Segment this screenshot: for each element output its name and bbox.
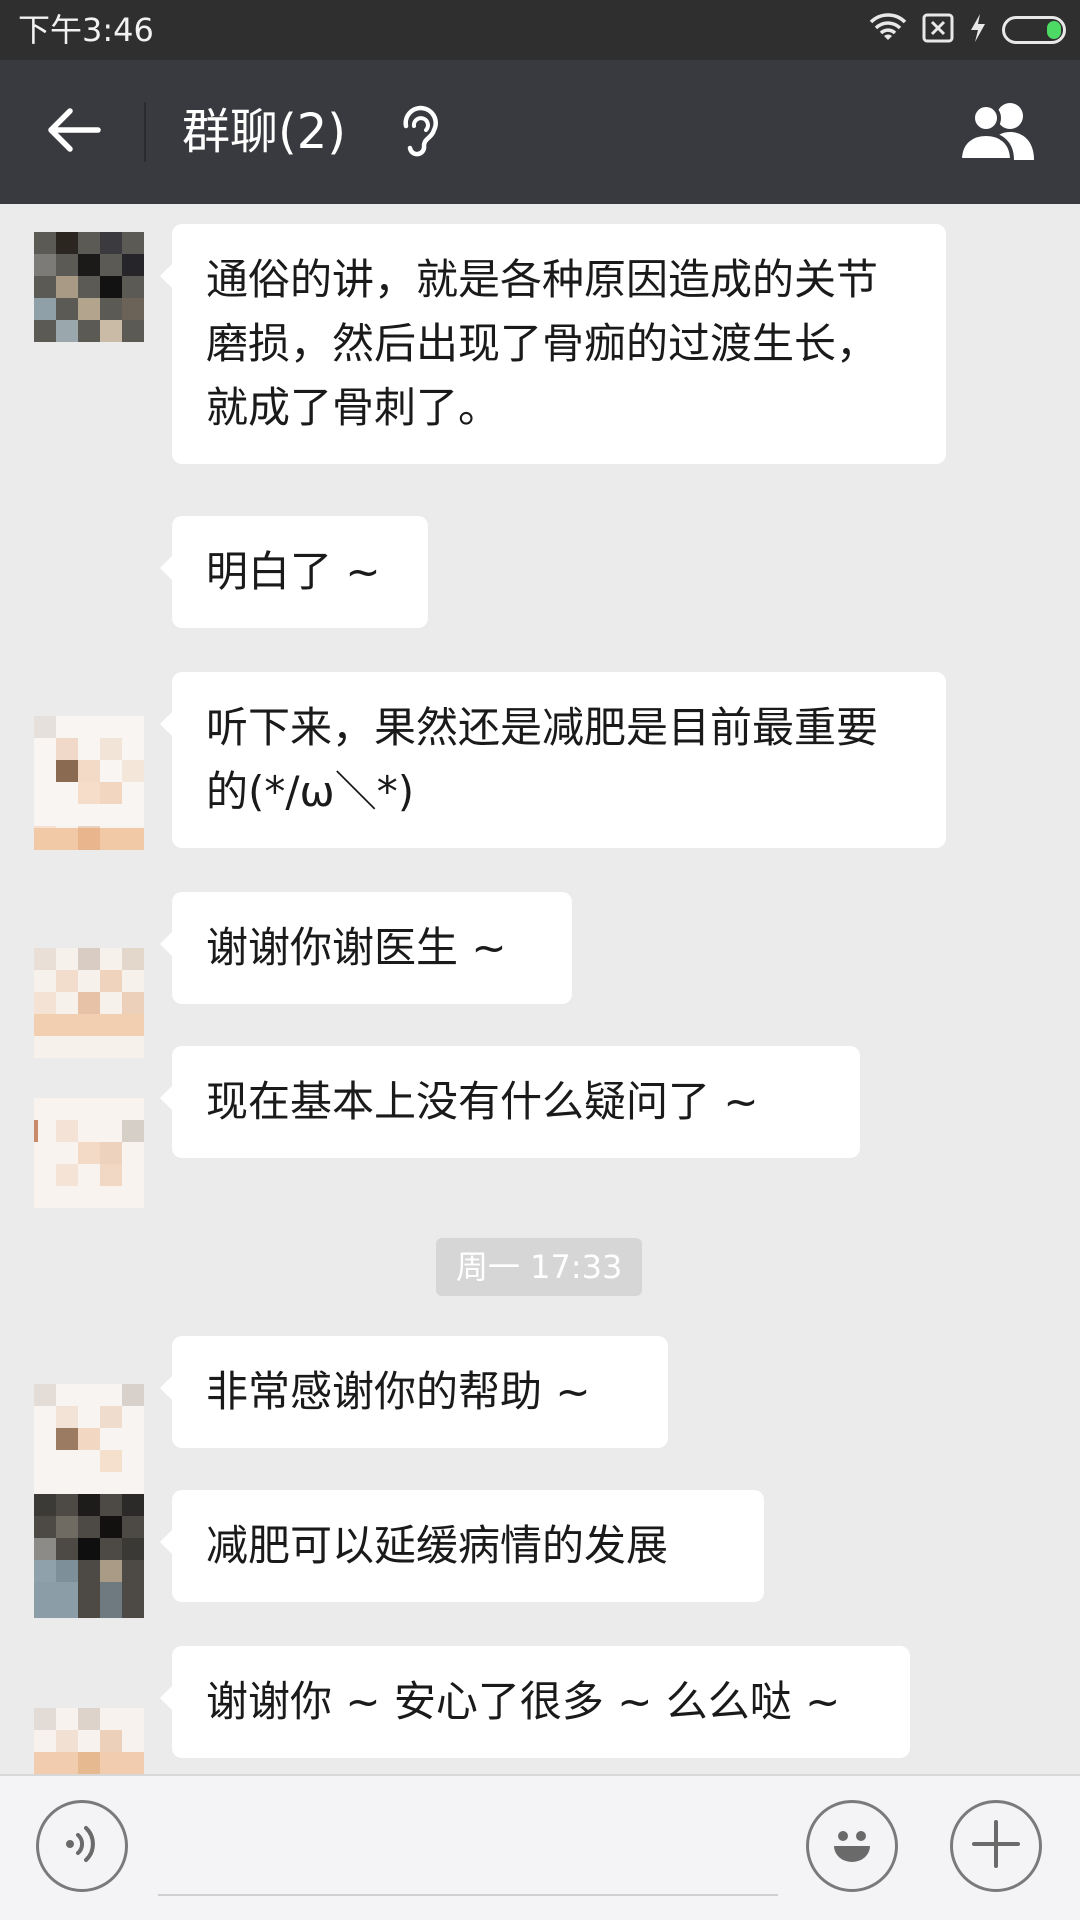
message-list: 通俗的讲，就是各种原因造成的关节磨损，然后出现了骨痂的过渡生长，就成了骨刺了。 … <box>0 204 1080 1774</box>
timestamp-label: 周一 17:33 <box>436 1238 643 1296</box>
message-bubble[interactable]: 现在基本上没有什么疑问了 ~ <box>160 1046 860 1158</box>
message-text: 谢谢你谢医生 ~ <box>206 923 507 972</box>
message-bubble[interactable]: 明白了 ~ <box>160 516 428 628</box>
avatar[interactable] <box>34 232 144 342</box>
title-bar: 群聊(2) <box>0 60 1080 204</box>
charging-icon <box>968 13 988 47</box>
status-time: 下午3:46 <box>18 11 154 49</box>
no-sim-icon <box>922 13 954 47</box>
status-bar: 下午3:46 <box>0 0 1080 60</box>
input-bar <box>0 1774 1080 1920</box>
battery-level <box>1047 21 1061 39</box>
group-members-icon <box>956 98 1040 166</box>
earpiece-icon <box>396 104 444 160</box>
message-text: 减肥可以延缓病情的发展 <box>206 1521 669 1570</box>
battery-icon <box>1002 16 1066 44</box>
message-bubble[interactable]: 通俗的讲，就是各种原因造成的关节磨损，然后出现了骨痂的过渡生长，就成了骨刺了。 <box>160 224 946 464</box>
avatar[interactable] <box>34 716 144 826</box>
avatar[interactable] <box>34 948 144 1058</box>
more-options-button[interactable] <box>950 1800 1042 1892</box>
message-bubble[interactable]: 谢谢你 ~ 安心了很多 ~ 么么哒 ~ <box>160 1646 910 1758</box>
chat-screen: 下午3:46 群聊(2) 通俗的讲，就是各种原因造成的关节磨损，然后出现了骨痂的… <box>0 0 1080 1920</box>
plus-icon <box>968 1816 1024 1876</box>
message-text: 谢谢你 ~ 安心了很多 ~ 么么哒 ~ <box>206 1677 841 1726</box>
message-text: 通俗的讲，就是各种原因造成的关节磨损，然后出现了骨痂的过渡生长，就成了骨刺了。 <box>206 255 879 432</box>
message-text: 现在基本上没有什么疑问了 ~ <box>206 1077 759 1126</box>
voice-input-button[interactable] <box>36 1800 128 1892</box>
message-text: 明白了 ~ <box>206 547 381 596</box>
message-bubble[interactable]: 谢谢你谢医生 ~ <box>160 892 572 1004</box>
message-text: 听下来，果然还是减肥是目前最重要的(*/ω＼*) <box>206 703 879 816</box>
avatar[interactable] <box>34 1494 144 1618</box>
avatar[interactable] <box>34 1708 144 1774</box>
group-members-button[interactable] <box>956 96 1040 168</box>
emoji-button[interactable] <box>806 1800 898 1892</box>
back-arrow-icon <box>46 106 102 158</box>
status-icons <box>868 12 1066 48</box>
chat-title: 群聊(2) <box>182 104 346 160</box>
wifi-icon <box>868 12 908 48</box>
message-text: 非常感谢你的帮助 ~ <box>206 1367 591 1416</box>
message-input[interactable] <box>158 1806 778 1896</box>
message-bubble[interactable]: 听下来，果然还是减肥是目前最重要的(*/ω＼*) <box>160 672 946 848</box>
title-divider <box>144 102 146 162</box>
message-bubble[interactable]: 非常感谢你的帮助 ~ <box>160 1336 668 1448</box>
back-button[interactable] <box>38 96 110 168</box>
avatar[interactable] <box>34 1098 144 1208</box>
avatar[interactable] <box>34 1384 144 1494</box>
message-bubble[interactable]: 减肥可以延缓病情的发展 <box>160 1490 764 1602</box>
emoji-icon <box>822 1814 882 1878</box>
voice-input-icon <box>60 1822 104 1870</box>
